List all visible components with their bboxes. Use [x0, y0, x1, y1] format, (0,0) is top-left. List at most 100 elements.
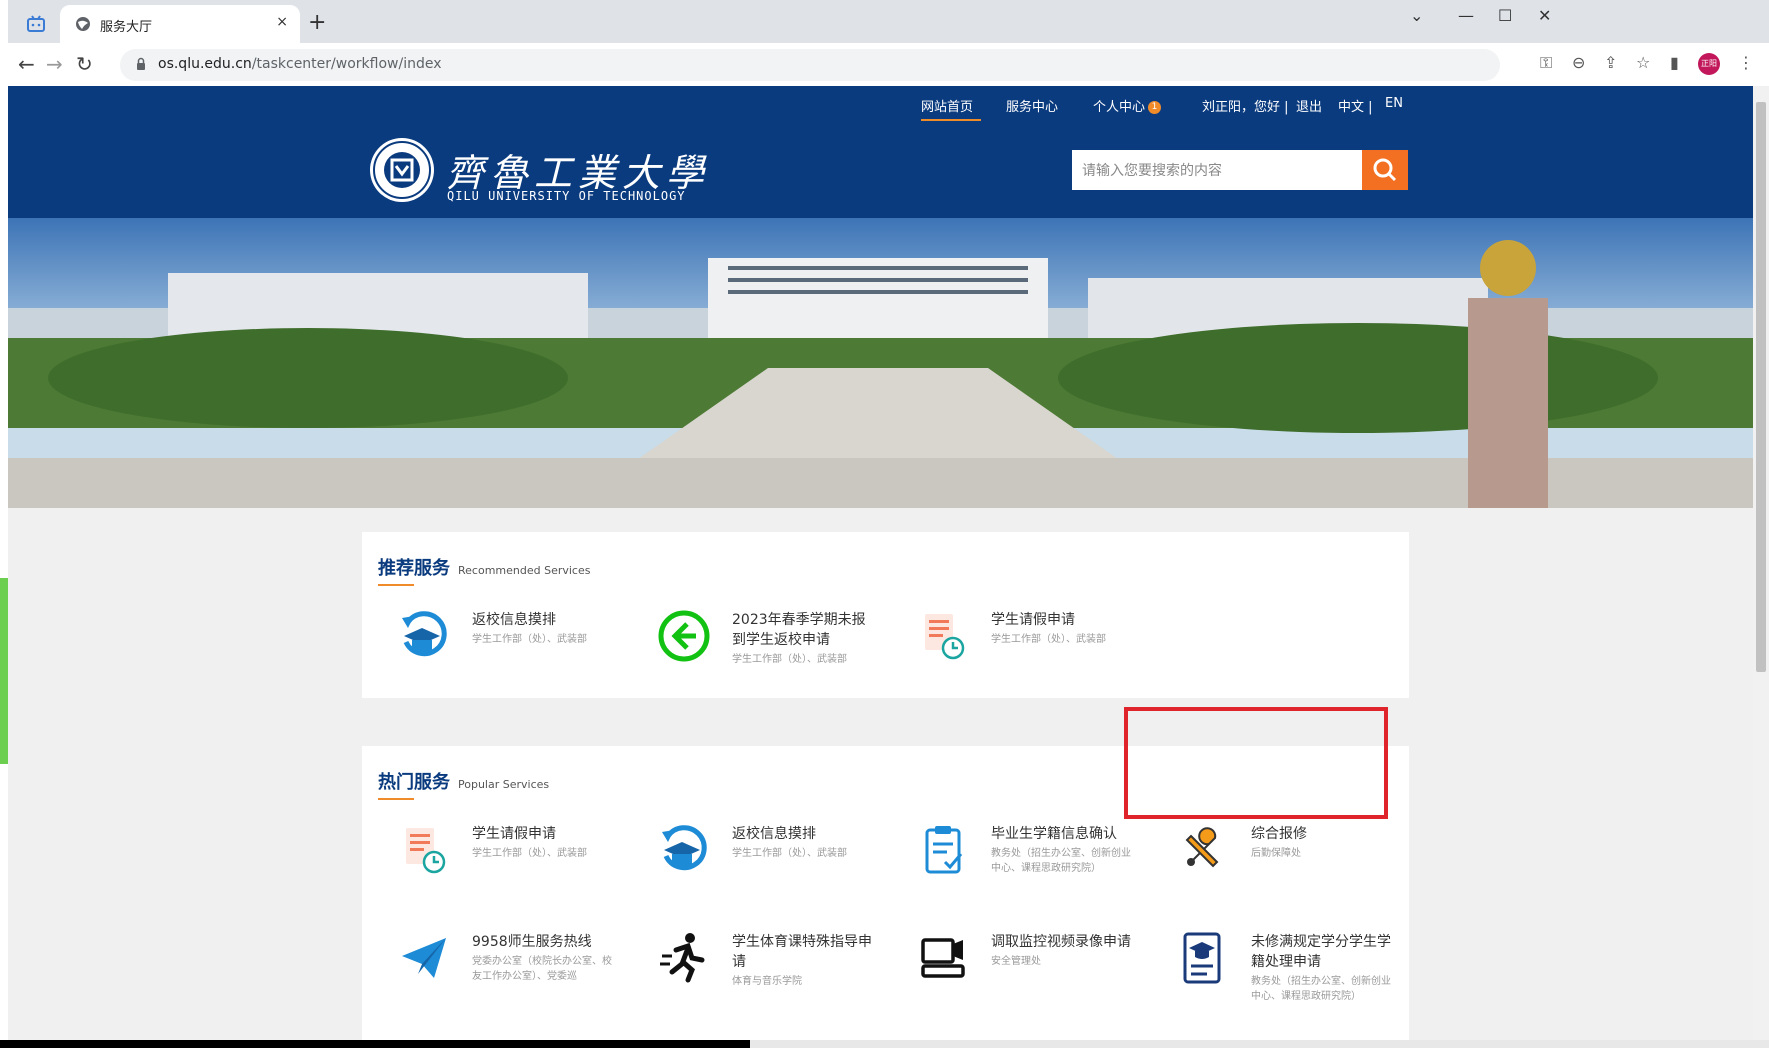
- service-name: 学生请假申请: [472, 826, 556, 842]
- document-clock-icon: [925, 614, 965, 660]
- close-window-button[interactable]: ✕: [1538, 6, 1551, 25]
- minimize-button[interactable]: —: [1458, 6, 1474, 25]
- forward-arrow-icon[interactable]: →: [46, 52, 63, 76]
- url-path: /taskcenter/workflow/index: [251, 56, 442, 72]
- site-top-nav: 网站首页 服务中心 个人中心 1 刘正阳，您好 | 退出 中文 | EN: [8, 86, 1753, 122]
- page-scrollbar[interactable]: [1753, 86, 1769, 1040]
- url-text[interactable]: os.qlu.edu.cn/taskcenter/workflow/index: [158, 56, 442, 72]
- more-menu-icon[interactable]: ⋮: [1738, 53, 1754, 72]
- scrollbar-thumb[interactable]: [1756, 102, 1766, 672]
- logout-link[interactable]: 退出: [1296, 96, 1322, 115]
- recommended-subtitle: Recommended Services: [458, 564, 591, 577]
- document-clock-icon: [406, 828, 446, 874]
- address-bar[interactable]: os.qlu.edu.cn/taskcenter/workflow/index: [120, 49, 1500, 81]
- service-dept: 后勤保障处: [1251, 848, 1301, 859]
- service-dept: 教务处（招生办公室、创新创业中心、课程思政研究院）: [991, 848, 1131, 874]
- service-dept: 学生工作部（处）、武装部: [472, 848, 587, 859]
- browser-window: 服务大厅 × + ⌄ — ☐ ✕ ← → ↻ os.qlu.edu.cn/tas…: [8, 0, 1769, 1040]
- nav-personal-center[interactable]: 个人中心 1: [1093, 96, 1162, 115]
- graduation-cap-refresh-icon: [402, 611, 447, 657]
- campus-banner-image: [8, 218, 1753, 508]
- user-greeting: 刘正阳，您好 |: [1202, 100, 1289, 115]
- new-tab-button[interactable]: +: [308, 10, 326, 35]
- service-item-return-survey[interactable]: 返校信息摸排 学生工作部（处）、武装部: [362, 608, 612, 708]
- clipboard-check-icon: [925, 826, 963, 874]
- popular-title: 热门服务 Popular Services: [378, 768, 549, 794]
- nav-home[interactable]: 网站首页: [921, 96, 973, 115]
- service-item-student-leave[interactable]: 学生请假申请 学生工作部（处）、武装部: [362, 822, 612, 922]
- tab-title: 服务大厅: [100, 20, 153, 35]
- popular-subtitle: Popular Services: [458, 778, 550, 791]
- service-dept: 党委办公室（校院长办公室、校友工作办公室）、党委巡: [472, 956, 612, 982]
- tab-close-icon[interactable]: ×: [276, 14, 288, 30]
- taskbar-edge: [0, 1040, 1769, 1048]
- bookmark-star-icon[interactable]: ☆: [1636, 53, 1650, 72]
- nav-personal-center-label: 个人中心: [1093, 100, 1146, 115]
- service-item-graduate-status[interactable]: 毕业生学籍信息确认 教务处（招生办公室、创新创业中心、课程思政研究院）: [881, 822, 1131, 922]
- tab-strip: 服务大厅 × + ⌄ — ☐ ✕: [8, 0, 1769, 43]
- recommended-underline: [378, 584, 414, 586]
- graduation-document-icon: [1183, 932, 1221, 984]
- site-header: 齊魯工業大學 QILU UNIVERSITY OF TECHNOLOGY: [8, 122, 1753, 218]
- service-name: 调取监控视频录像申请: [991, 934, 1131, 950]
- page-viewport: 网站首页 服务中心 个人中心 1 刘正阳，您好 | 退出 中文 | EN 齊魯工業…: [8, 86, 1753, 1040]
- repair-highlight-box: [1124, 707, 1388, 819]
- reload-icon[interactable]: ↻: [76, 52, 93, 76]
- service-dept: 学生工作部（处）、武装部: [732, 654, 847, 665]
- recommended-title: 推荐服务 Recommended Services: [378, 554, 590, 580]
- zoom-icon[interactable]: ⊖: [1572, 53, 1585, 72]
- back-arrow-icon[interactable]: ←: [18, 52, 35, 76]
- site-search-button[interactable]: [1362, 150, 1408, 190]
- maximize-button[interactable]: ☐: [1498, 6, 1512, 25]
- nav-service-center[interactable]: 服务中心: [1006, 96, 1058, 115]
- service-name: 学生体育课特殊指导申请: [732, 934, 872, 970]
- lang-cn-link[interactable]: 中文 |: [1338, 96, 1373, 115]
- site-search-input[interactable]: [1072, 150, 1362, 190]
- service-dept: 教务处（招生办公室、创新创业中心、课程思政研究院）: [1251, 976, 1391, 1002]
- service-item-repair[interactable]: 综合报修 后勤保障处: [1141, 822, 1391, 922]
- nav-active-indicator: [921, 119, 981, 121]
- paper-plane-icon: [402, 938, 446, 978]
- service-item-credit-shortfall[interactable]: 未修满规定学分学生学籍处理申请 教务处（招生办公室、创新创业中心、课程思政研究院…: [1141, 930, 1391, 1030]
- lang-en-link[interactable]: EN: [1385, 96, 1403, 111]
- university-name-en: QILU UNIVERSITY OF TECHNOLOGY: [447, 189, 686, 203]
- service-dept: 学生工作部（处）、武装部: [732, 848, 847, 859]
- service-name: 2023年春季学期未报到学生返校申请: [732, 612, 866, 648]
- popular-title-cn: 热门服务: [378, 772, 450, 793]
- service-item-cctv-request[interactable]: 调取监控视频录像申请 安全管理处: [881, 930, 1131, 1030]
- service-dept: 安全管理处: [991, 956, 1041, 967]
- background-window-edge: [0, 0, 8, 1048]
- arrow-left-circle-icon: [658, 610, 710, 662]
- side-panel-icon[interactable]: ▮: [1670, 53, 1679, 72]
- service-item-return-survey[interactable]: 返校信息摸排 学生工作部（处）、武装部: [622, 822, 872, 922]
- monitor-camera-icon: [921, 938, 965, 978]
- popular-underline: [378, 798, 414, 800]
- search-icon: [1373, 158, 1397, 182]
- service-name: 返校信息摸排: [472, 612, 556, 628]
- taskbar-edge-light: [750, 1040, 1769, 1048]
- browser-tab-active[interactable]: 服务大厅 ×: [60, 5, 300, 43]
- key-icon[interactable]: ⚿: [1540, 53, 1552, 73]
- share-icon[interactable]: ⇪: [1604, 53, 1617, 72]
- service-dept: 学生工作部（处）、武装部: [991, 634, 1106, 645]
- recommended-services-card: 推荐服务 Recommended Services 返校信息摸排 学生工作部（处）…: [362, 532, 1409, 698]
- university-seal-logo[interactable]: [368, 136, 436, 204]
- running-person-icon: [660, 933, 705, 983]
- url-host: os.qlu.edu.cn: [158, 56, 252, 72]
- service-item-student-leave[interactable]: 学生请假申请 学生工作部（处）、武装部: [881, 608, 1131, 708]
- service-name: 返校信息摸排: [732, 826, 816, 842]
- lock-icon[interactable]: [136, 57, 146, 71]
- tab-search-app-icon[interactable]: [26, 14, 46, 34]
- globe-icon: [76, 17, 90, 31]
- profile-avatar[interactable]: 正阳: [1698, 53, 1720, 75]
- service-dept: 体育与音乐学院: [732, 976, 802, 987]
- recommended-title-cn: 推荐服务: [378, 558, 450, 579]
- service-name: 未修满规定学分学生学籍处理申请: [1251, 934, 1391, 970]
- service-item-pe-guidance[interactable]: 学生体育课特殊指导申请 体育与音乐学院: [622, 930, 872, 1030]
- browser-toolbar: ← → ↻ os.qlu.edu.cn/taskcenter/workflow/…: [8, 43, 1769, 87]
- service-item-hotline[interactable]: 9958师生服务热线 党委办公室（校院长办公室、校友工作办公室）、党委巡: [362, 930, 612, 1030]
- service-name: 9958师生服务热线: [472, 934, 592, 950]
- service-item-unreported-return[interactable]: 2023年春季学期未报到学生返校申请 学生工作部（处）、武装部: [622, 608, 872, 708]
- service-name: 学生请假申请: [991, 612, 1075, 628]
- tab-dropdown-icon[interactable]: ⌄: [1410, 6, 1423, 25]
